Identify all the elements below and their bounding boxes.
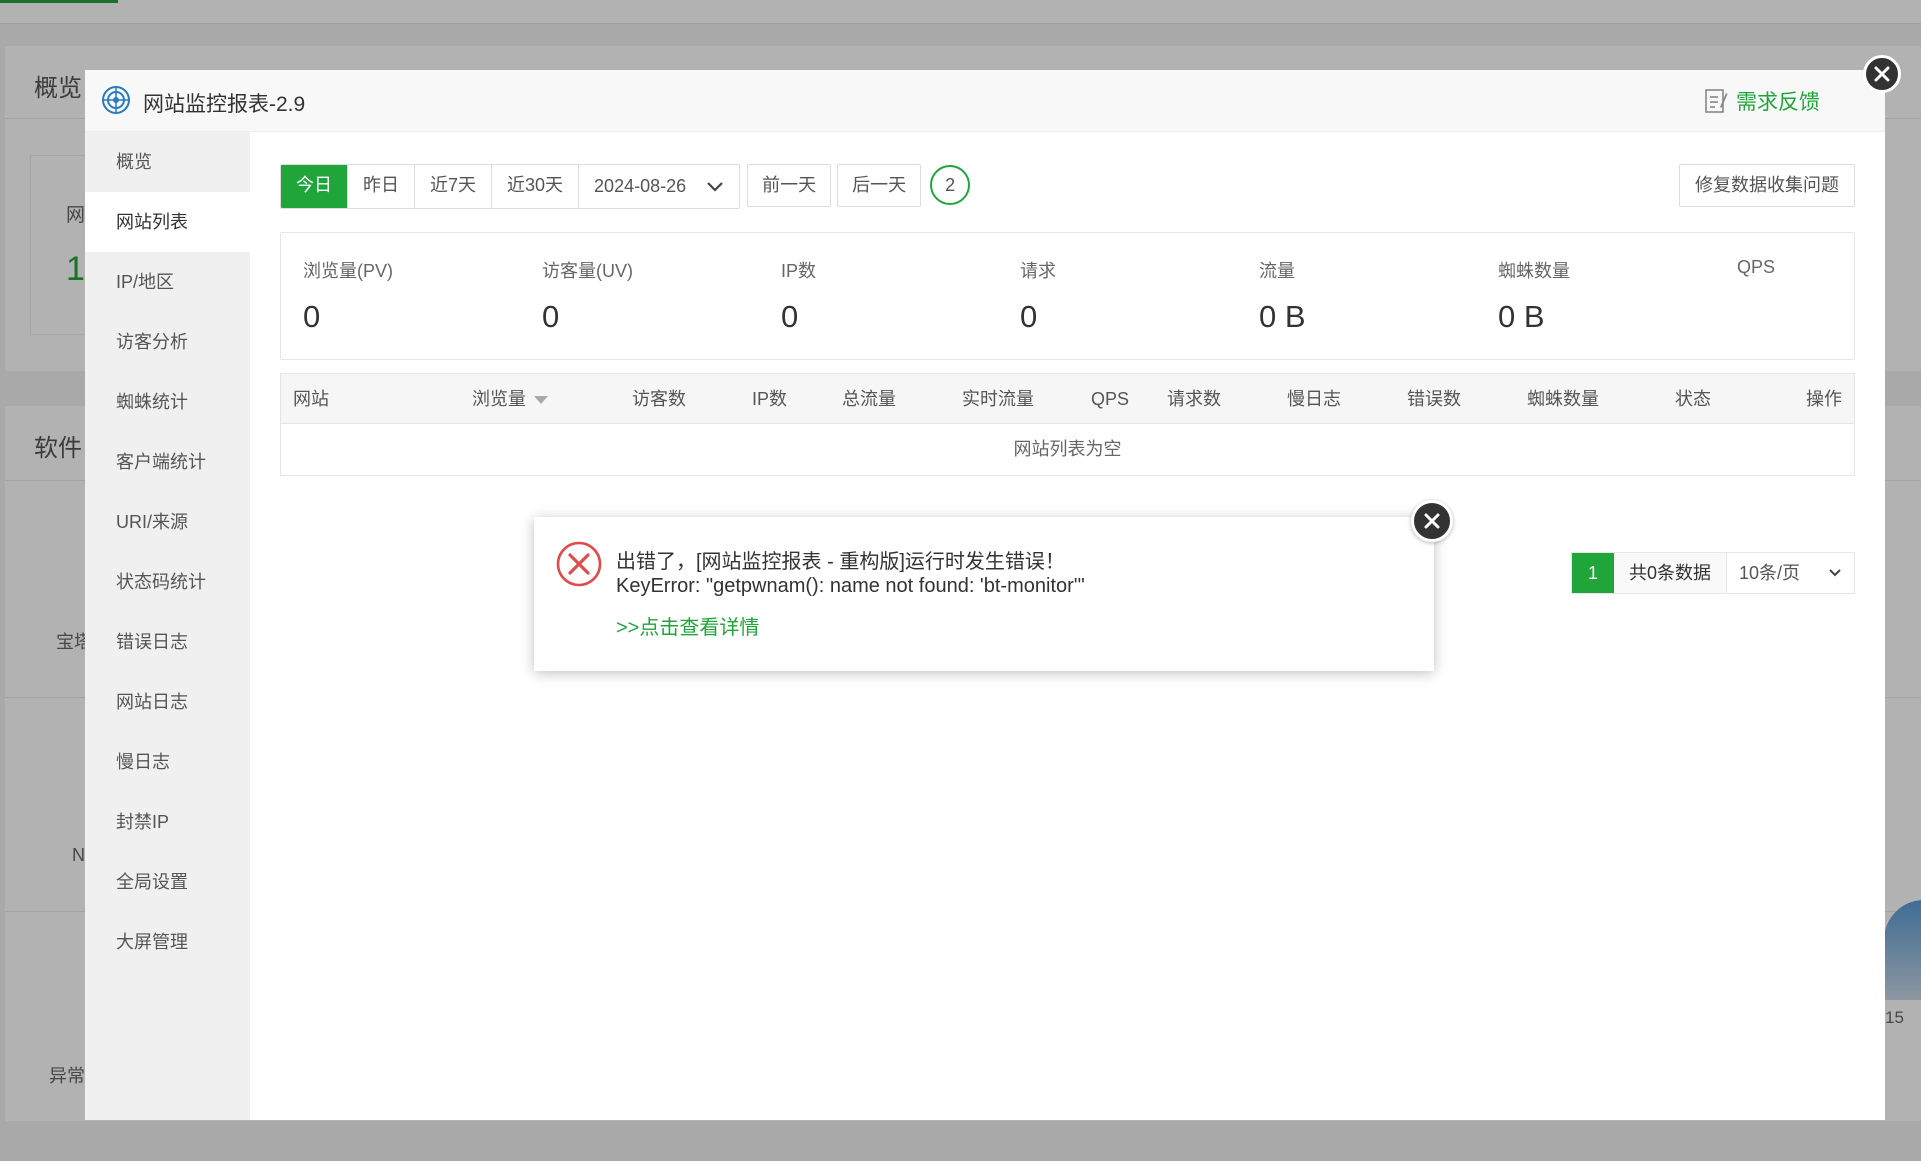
stat-label: IP数 xyxy=(781,261,817,281)
sidebar-item-ip-region[interactable]: IP/地区 xyxy=(85,252,250,312)
date-value: 2024-08-26 xyxy=(594,176,687,196)
stat-label: 蜘蛛数量 xyxy=(1498,261,1570,281)
stat-traffic: 流量 0 B xyxy=(1259,257,1306,335)
stat-label: 浏览量(PV) xyxy=(303,261,393,281)
col-actions: 操作 xyxy=(1806,389,1842,409)
stat-uv: 访客量(UV) 0 xyxy=(542,257,633,335)
sidebar-item-slow-log[interactable]: 慢日志 xyxy=(85,732,250,792)
error-title: 出错了，[网站监控报表 - 重构版]运行时发生错误！ xyxy=(616,551,1065,573)
sidebar-item-global-settings[interactable]: 全局设置 xyxy=(85,852,250,912)
stat-value: 0 xyxy=(303,299,321,334)
feedback-note-icon xyxy=(1705,89,1728,113)
report-sidebar: 概览 网站列表 IP/地区 访客分析 蜘蛛统计 客户端统计 URI/来源 状态码… xyxy=(85,132,250,1120)
stat-value: 0 xyxy=(542,299,560,334)
chevron-down-icon xyxy=(707,181,723,192)
sidebar-item-spider-stats[interactable]: 蜘蛛统计 xyxy=(85,372,250,432)
sidebar-item-error-log[interactable]: 错误日志 xyxy=(85,612,250,672)
stat-value: 0 xyxy=(1020,299,1038,334)
page-size-value: 10条/页 xyxy=(1738,563,1800,583)
stat-label: QPS xyxy=(1737,257,1776,277)
pagination: 1 共0条数据 10条/页 xyxy=(1570,552,1855,594)
sidebar-item-status-code[interactable]: 状态码统计 xyxy=(85,552,250,612)
range-today-button[interactable]: 今日 xyxy=(281,165,348,208)
error-detail-link[interactable]: >>点击查看详情 xyxy=(616,611,759,640)
site-table: 网站 浏览量 访客数 IP数 总流量 实时流量 QPS 请求数 慢日志 错误数 … xyxy=(280,373,1855,476)
col-ip-count: IP数 xyxy=(752,389,788,409)
stat-label: 流量 xyxy=(1259,261,1295,281)
stat-label: 访客量(UV) xyxy=(542,261,633,281)
error-message: KeyError: "getpwnam(): name not found: '… xyxy=(616,575,1085,597)
col-requests: 请求数 xyxy=(1167,389,1221,409)
feedback-link[interactable]: 需求反馈 xyxy=(1704,86,1820,116)
sidebar-item-site-list[interactable]: 网站列表 xyxy=(85,192,250,252)
col-site: 网站 xyxy=(293,389,329,409)
count-badge[interactable]: 2 xyxy=(930,165,971,205)
col-slow-log: 慢日志 xyxy=(1287,389,1341,409)
page-size-select[interactable]: 10条/页 xyxy=(1727,553,1854,593)
table-empty-text: 网站列表为空 xyxy=(1013,439,1122,459)
col-errors: 错误数 xyxy=(1407,389,1461,409)
col-pageviews-label: 浏览量 xyxy=(472,389,526,409)
sort-desc-icon[interactable] xyxy=(534,396,548,405)
modal-title: 网站监控报表-2.9 xyxy=(143,93,306,116)
chevron-down-icon xyxy=(1829,569,1841,577)
stat-qps: QPS xyxy=(1737,257,1775,294)
sidebar-item-visitor-analysis[interactable]: 访客分析 xyxy=(85,312,250,372)
stats-panel: 浏览量(PV) 0 访客量(UV) 0 IP数 0 请求 0 流量 0 B 蜘蛛… xyxy=(280,232,1855,360)
next-day-button[interactable]: 后一天 xyxy=(837,164,922,207)
col-status: 状态 xyxy=(1675,389,1711,409)
stat-pv: 浏览量(PV) 0 xyxy=(303,257,393,335)
col-realtime-traffic: 实时流量 xyxy=(962,389,1034,409)
sidebar-item-client-stats[interactable]: 客户端统计 xyxy=(85,432,250,492)
fix-data-collection-button[interactable]: 修复数据收集问题 xyxy=(1679,164,1855,207)
stat-value: 0 xyxy=(781,299,799,334)
page-total-text: 共0条数据 xyxy=(1613,553,1727,593)
sidebar-item-screen-management[interactable]: 大屏管理 xyxy=(85,912,250,972)
stat-spiders: 蜘蛛数量 0 B xyxy=(1498,257,1570,335)
close-icon xyxy=(1874,66,1890,82)
col-qps: QPS xyxy=(1091,389,1130,409)
col-pageviews[interactable]: 浏览量 xyxy=(472,374,548,424)
page-number-current[interactable]: 1 xyxy=(1571,553,1614,593)
sidebar-item-site-log[interactable]: 网站日志 xyxy=(85,672,250,732)
col-spider-count: 蜘蛛数量 xyxy=(1527,389,1599,409)
error-x-icon xyxy=(556,541,602,587)
range-selector: 今日 昨日 近7天 近30天 2024-08-26 xyxy=(280,164,741,209)
sidebar-item-overview[interactable]: 概览 xyxy=(85,132,250,192)
radar-logo-icon xyxy=(102,86,130,114)
col-visitors: 访客数 xyxy=(632,389,686,409)
modal-close-button[interactable] xyxy=(1863,55,1901,93)
table-header: 网站 浏览量 访客数 IP数 总流量 实时流量 QPS 请求数 慢日志 错误数 … xyxy=(281,374,1854,424)
stat-requests: 请求 0 xyxy=(1020,257,1056,335)
sidebar-item-blocked-ip[interactable]: 封禁IP xyxy=(85,792,250,852)
stat-value: 0 B xyxy=(1259,299,1306,334)
error-dialog: 出错了，[网站监控报表 - 重构版]运行时发生错误！ KeyError: "ge… xyxy=(534,517,1434,671)
range-7days-button[interactable]: 近7天 xyxy=(415,165,493,208)
feedback-label: 需求反馈 xyxy=(1736,91,1820,114)
close-icon xyxy=(1424,513,1440,529)
error-close-button[interactable] xyxy=(1411,500,1453,542)
stat-ip: IP数 0 xyxy=(781,257,816,335)
modal-header: 网站监控报表-2.9 需求反馈 xyxy=(85,70,1885,132)
range-30days-button[interactable]: 近30天 xyxy=(492,165,580,208)
date-toolbar: 今日 昨日 近7天 近30天 2024-08-26 前一天 后一天 2 xyxy=(280,164,971,209)
sidebar-item-uri-source[interactable]: URI/来源 xyxy=(85,492,250,552)
prev-day-button[interactable]: 前一天 xyxy=(747,164,832,207)
col-total-traffic: 总流量 xyxy=(842,389,896,409)
range-yesterday-button[interactable]: 昨日 xyxy=(348,165,415,208)
stat-value: 0 B xyxy=(1498,299,1545,334)
stat-label: 请求 xyxy=(1020,261,1056,281)
date-picker[interactable]: 2024-08-26 xyxy=(579,165,740,208)
